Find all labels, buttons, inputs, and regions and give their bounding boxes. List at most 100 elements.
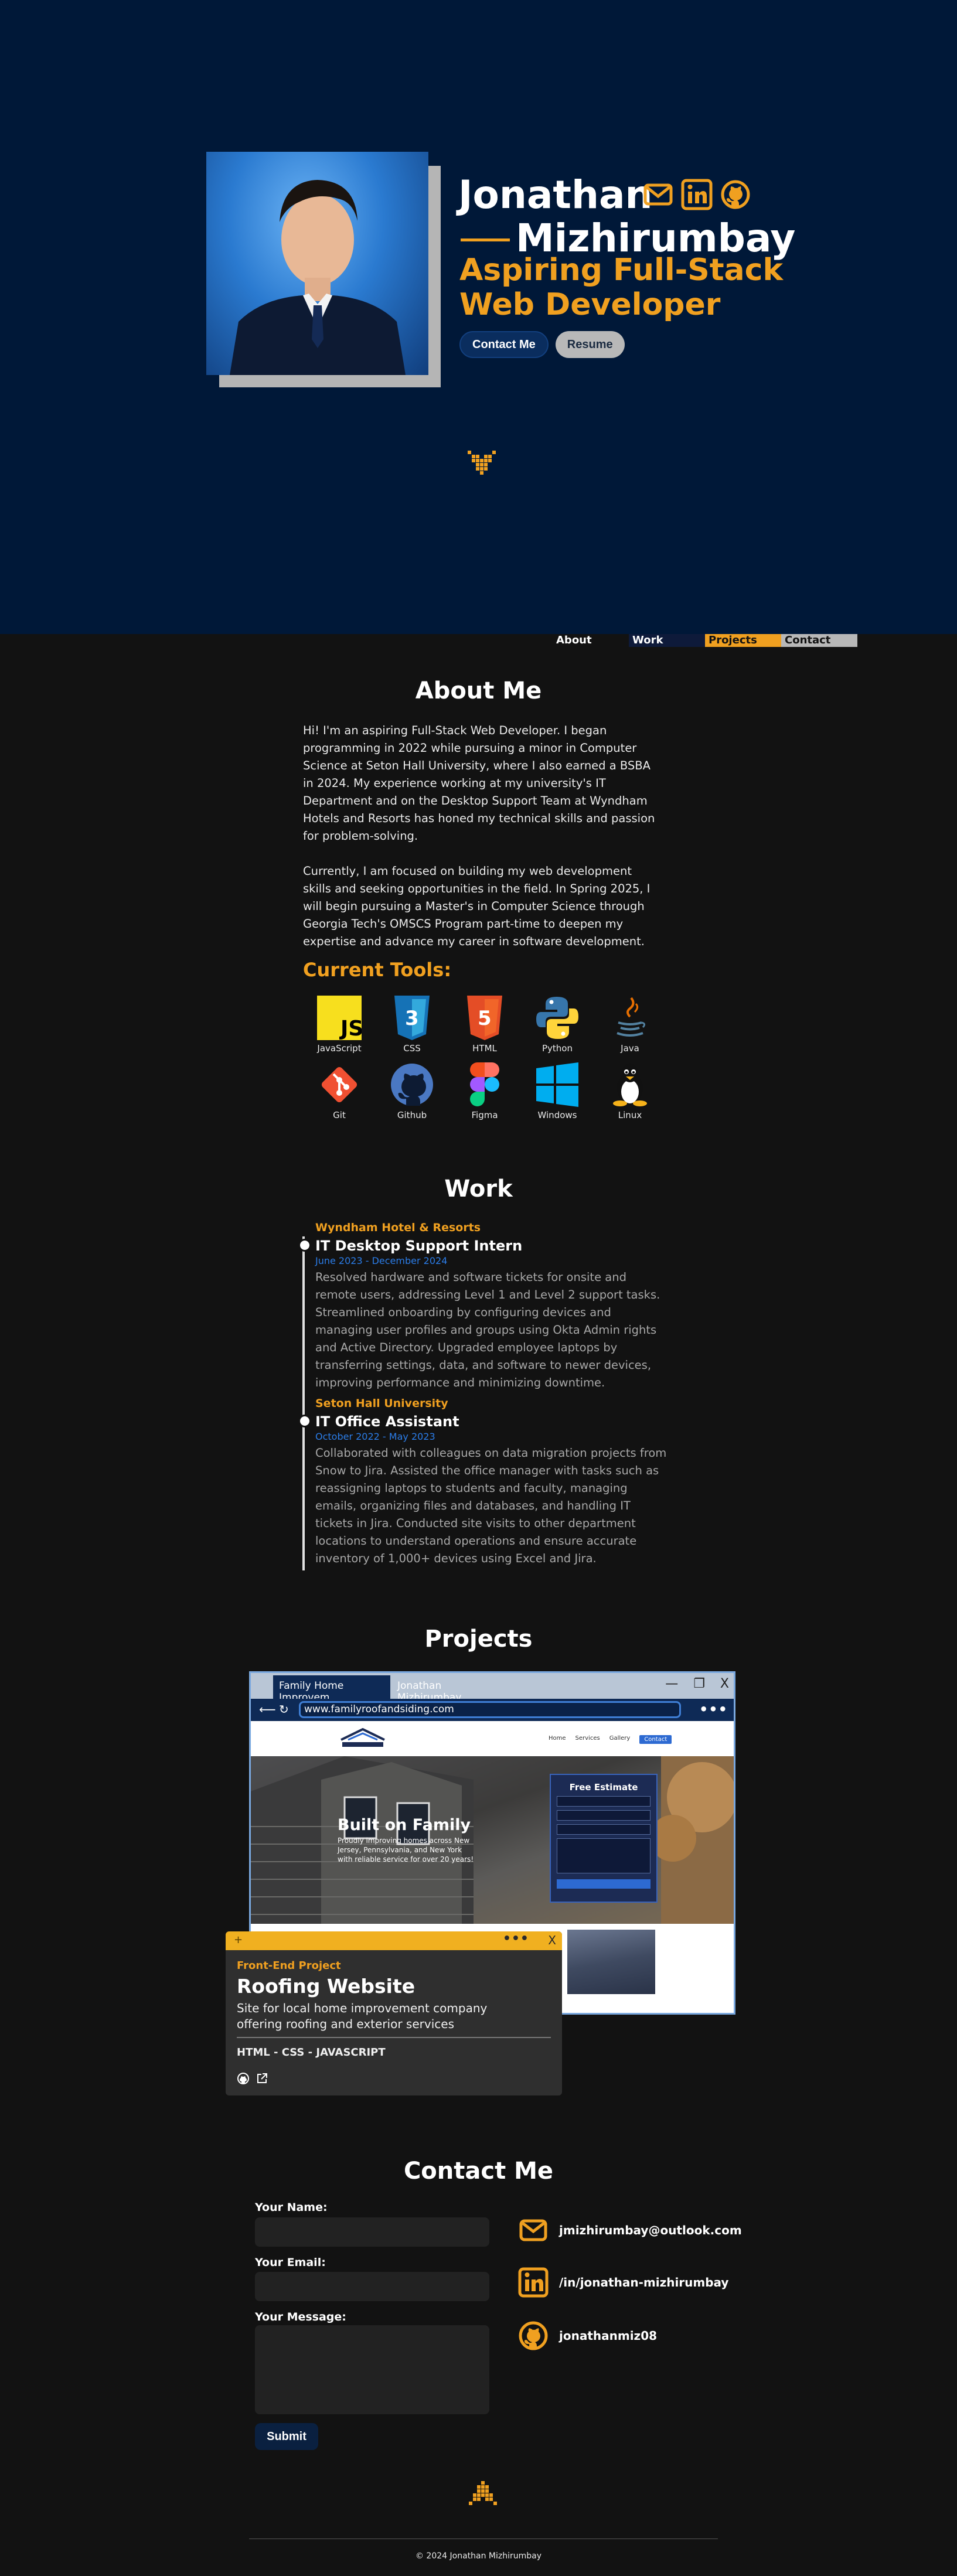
hero-role: Aspiring Full-Stack Web Developer xyxy=(459,253,788,323)
tool-label: Figma xyxy=(471,1110,498,1120)
estimate-field[interactable] xyxy=(557,1810,651,1821)
roof-image xyxy=(567,1930,655,1994)
footer-divider xyxy=(249,2538,718,2539)
linkedin-icon[interactable] xyxy=(681,179,713,210)
timeline-dot xyxy=(298,1239,311,1252)
tool-css: 3 CSS xyxy=(376,995,448,1054)
job-dates: June 2023 - December 2024 xyxy=(315,1255,448,1266)
reload-icon[interactable]: ↻ xyxy=(279,1702,289,1716)
close-icon[interactable]: X xyxy=(548,1933,556,1947)
tool-git: Git xyxy=(303,1062,376,1120)
contact-title: Contact Me xyxy=(403,2158,554,2185)
footer-copyright: © 2024 Jonathan Mizhirumbay xyxy=(415,2551,542,2561)
tool-python: Python xyxy=(521,995,594,1054)
minimize-icon[interactable]: — xyxy=(665,1677,678,1691)
projects-title: Projects xyxy=(424,1626,533,1652)
estimate-submit-button[interactable] xyxy=(557,1879,651,1889)
tool-label: CSS xyxy=(403,1043,421,1054)
tool-windows: Windows xyxy=(521,1062,594,1120)
main-nav: About Work Projects Contact xyxy=(553,634,857,647)
site-nav-item[interactable]: Contact xyxy=(639,1735,672,1744)
site-nav-item[interactable]: Gallery xyxy=(609,1735,631,1744)
tool-javascript: JS JavaScript xyxy=(303,995,376,1054)
html-icon: 5 xyxy=(462,995,508,1041)
hero-social-icons xyxy=(642,179,751,210)
chevron-down-logo-icon[interactable] xyxy=(466,448,497,479)
contact-linkedin[interactable]: /in/jonathan-mizhirumbay xyxy=(559,2275,728,2289)
tool-label: JavaScript xyxy=(317,1043,362,1054)
project-name: Roofing Website xyxy=(237,1975,416,1998)
footer-logo-icon[interactable] xyxy=(468,2479,498,2509)
contact-github-row[interactable]: jonathanmiz08 xyxy=(518,2321,657,2351)
estimate-message-field[interactable] xyxy=(557,1838,651,1873)
project-card-titlebar: + ••• X xyxy=(226,1931,562,1950)
job-description: Collaborated with colleagues on data mig… xyxy=(315,1446,667,1565)
submit-button[interactable]: Submit xyxy=(255,2423,318,2450)
company-logo-icon xyxy=(340,1728,385,1747)
plus-icon[interactable]: + xyxy=(234,1934,243,1946)
tool-java: Java xyxy=(594,995,666,1054)
contact-me-button[interactable]: Contact Me xyxy=(459,331,549,358)
nav-item-projects[interactable]: Projects xyxy=(705,634,781,647)
project-tag: Front-End Project xyxy=(237,1960,341,1972)
browser-tab-active[interactable]: Family Home Improvem xyxy=(273,1675,390,1703)
svg-text:5: 5 xyxy=(478,1007,492,1030)
mail-icon[interactable] xyxy=(642,179,674,210)
close-icon[interactable]: X xyxy=(720,1677,729,1691)
svg-text:JS: JS xyxy=(339,1017,362,1040)
site-hero: Built on Family Proudly improving homes … xyxy=(251,1756,734,1924)
maximize-icon[interactable]: ❐ xyxy=(693,1677,705,1691)
tool-label: Windows xyxy=(537,1110,577,1120)
timeline-dot xyxy=(298,1415,311,1427)
tool-label: Github xyxy=(397,1110,427,1120)
hero-section: Jonathan Mizhirumbay Aspiring Full-Stack… xyxy=(0,0,957,634)
nav-item-work[interactable]: Work xyxy=(629,634,705,647)
contact-linkedin-row[interactable]: /in/jonathan-mizhirumbay xyxy=(518,2267,728,2298)
job-description: Resolved hardware and software tickets f… xyxy=(315,1270,660,1389)
job-dates: October 2022 - May 2023 xyxy=(315,1431,435,1442)
divider xyxy=(237,2037,551,2038)
java-icon xyxy=(607,995,653,1041)
estimate-title: Free Estimate xyxy=(569,1782,638,1793)
resume-button[interactable]: Resume xyxy=(555,331,625,358)
nav-item-contact[interactable]: Contact xyxy=(781,634,857,647)
contact-email-row[interactable]: jmizhirumbay@outlook.com xyxy=(518,2215,742,2246)
github-icon[interactable] xyxy=(237,2072,250,2087)
tool-label: Python xyxy=(542,1043,573,1054)
estimate-field[interactable] xyxy=(557,1796,651,1807)
url-field[interactable]: www.familyroofandsiding.com xyxy=(299,1701,681,1718)
javascript-icon: JS xyxy=(316,995,362,1041)
contact-email[interactable]: jmizhirumbay@outlook.com xyxy=(559,2223,742,2237)
browser-tab-inactive[interactable]: Jonathan Mizhirumbay xyxy=(391,1675,509,1703)
github-icon xyxy=(389,1062,435,1108)
name-input[interactable] xyxy=(255,2217,489,2247)
message-input[interactable] xyxy=(255,2325,489,2414)
tool-label: HTML xyxy=(472,1043,497,1054)
windows-icon xyxy=(534,1062,580,1108)
python-icon xyxy=(534,995,580,1041)
hero-role-line2: Web Developer xyxy=(459,287,721,323)
site-nav-item[interactable]: Services xyxy=(575,1735,600,1744)
tool-label: Java xyxy=(621,1043,639,1054)
more-icon[interactable]: ••• xyxy=(503,1931,529,1946)
browser-menu-icon[interactable]: ••• xyxy=(699,1701,728,1718)
project-description: Site for local home improvement company … xyxy=(237,2001,488,2031)
estimate-field[interactable] xyxy=(557,1824,651,1835)
job-title: IT Office Assistant xyxy=(315,1413,459,1430)
project-links xyxy=(237,2072,268,2087)
back-arrow-icon[interactable]: ⟵ xyxy=(259,1702,276,1716)
external-link-icon[interactable] xyxy=(256,2072,268,2087)
work-timeline xyxy=(302,1236,305,1570)
nav-item-about[interactable]: About xyxy=(553,634,629,647)
mail-icon xyxy=(519,2219,547,2241)
tool-figma: Figma xyxy=(448,1062,521,1120)
site-nav-item[interactable]: Home xyxy=(549,1735,566,1744)
email-input[interactable] xyxy=(255,2272,489,2301)
house-illustration xyxy=(251,1756,734,1924)
site-hero-title: Built on Family xyxy=(338,1816,471,1834)
contact-github[interactable]: jonathanmiz08 xyxy=(559,2329,657,2343)
hero-buttons: Contact Me Resume xyxy=(459,331,625,358)
message-label: Your Message: xyxy=(255,2311,346,2323)
github-icon[interactable] xyxy=(720,179,751,210)
job-entry: Seton Hall University IT Office Assistan… xyxy=(298,1397,667,1568)
